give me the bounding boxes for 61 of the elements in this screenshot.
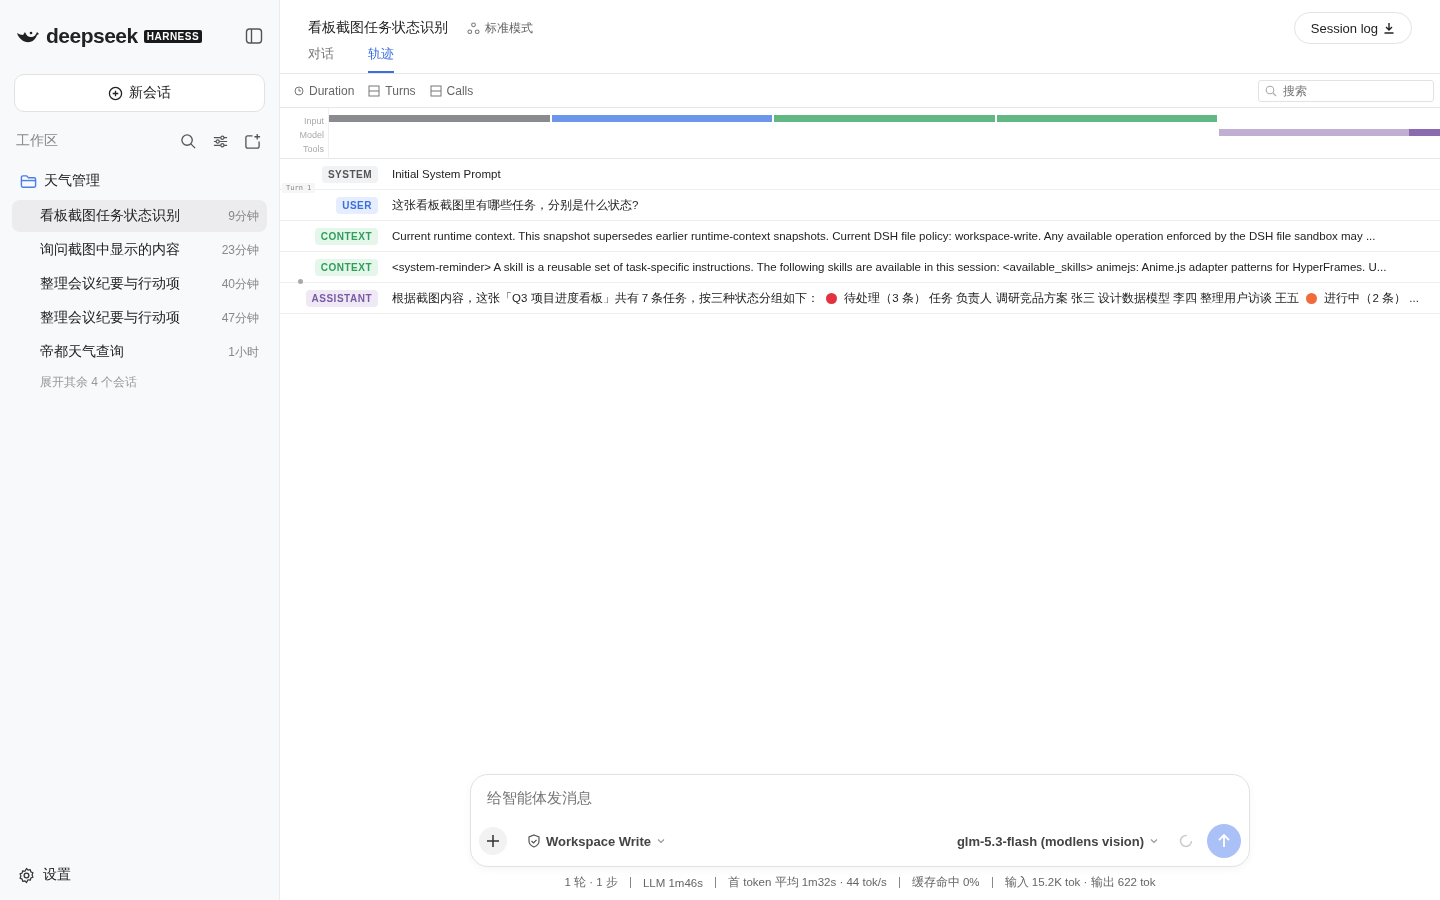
plus-circle-icon — [108, 85, 123, 101]
sidebar-toggle-icon[interactable] — [245, 27, 263, 45]
conversation-item[interactable]: 整理会议纪要与行动项 40分钟 — [12, 268, 267, 300]
role-badge: USER — [336, 196, 378, 214]
stat-text: 输入 15.2K tok · 输出 622 tok — [1004, 875, 1156, 890]
model-dropdown[interactable]: glm-5.3-flash (modlens vision) — [950, 832, 1165, 850]
brand-badge: HARNESS — [143, 29, 203, 43]
filter-sliders-icon[interactable] — [212, 132, 229, 150]
clock-icon — [294, 85, 304, 96]
settings-icon[interactable] — [18, 866, 35, 884]
search-icon — [1265, 84, 1277, 97]
settings-link[interactable]: 设置 — [43, 866, 71, 884]
conversation-item[interactable]: 询问截图中显示的内容 23分钟 — [12, 234, 267, 266]
folder-icon — [20, 173, 37, 189]
stat-text: 缓存命中 0% — [911, 875, 980, 890]
role-badge: CONTEXT — [314, 227, 378, 245]
search-icon[interactable] — [180, 132, 197, 150]
chevron-down-icon — [1149, 836, 1159, 846]
folder-name[interactable]: 天气管理 — [44, 172, 100, 190]
message-text[interactable]: 根据截图内容，这张「Q3 项目进度看板」共有 7 条任务，按三种状态分组如下： 待处理（3 条） 任务 负责人 调研竞品方案 张三 设计数据模型 李四 整理用户访谈 王五 进行中（2 条） ... — [392, 290, 1419, 306]
stat-text: LLM 1m46s — [642, 876, 703, 889]
message-text[interactable]: 这张看板截图里有哪些任务，分别是什么状态? — [392, 197, 639, 213]
message-text[interactable]: <system-reminder> A skill is a reusable set of task-specific instructions. The following skills are available in this session: <available_skills> animejs: Anime.js adapter patterns for HyperFrames. U... — [392, 261, 1387, 273]
message-composer[interactable]: 给智能体发消息 Workspace Write glm-5.3-flash (modlens vision) — [470, 774, 1250, 867]
new-folder-icon[interactable] — [244, 132, 261, 150]
shield-icon — [527, 834, 541, 848]
workspace-label: 工作区 — [16, 132, 58, 150]
chevron-down-icon — [656, 836, 666, 846]
stat-text: 1 轮 · 1 步 — [564, 875, 618, 890]
split-view-icon — [429, 84, 442, 97]
mode-label: 标准模式 — [485, 19, 533, 37]
search-field[interactable]: 搜索 — [1258, 79, 1434, 102]
brand-name: deepseek — [46, 24, 138, 48]
loading-spinner-icon — [1179, 834, 1193, 848]
session-title: 看板截图任务状态识别 — [308, 19, 448, 37]
stat-text: 首 token 平均 1m32s · 44 tok/s — [728, 875, 887, 890]
session-log-button[interactable]: Session log — [1293, 12, 1412, 44]
role-badge: ASSISTANT — [305, 289, 378, 307]
plus-icon — [486, 834, 500, 848]
view-toggle[interactable]: Calls — [429, 83, 474, 98]
new-chat-button[interactable]: 新会话 — [14, 74, 265, 112]
lane-label: Tools — [303, 143, 324, 156]
lane-label: Model — [299, 129, 324, 142]
conversation-item[interactable]: 整理会议纪要与行动项 47分钟 — [12, 302, 267, 334]
conversation-item[interactable]: 看板截图任务状态识别 9分钟 — [12, 200, 267, 232]
search-input[interactable]: 搜索 — [1281, 82, 1425, 99]
attach-button[interactable] — [479, 827, 507, 855]
download-icon — [1383, 22, 1395, 34]
tab[interactable]: 轨迹 — [368, 45, 394, 73]
view-toggle[interactable]: Duration — [294, 83, 355, 98]
permission-dropdown[interactable]: Workspace Write — [521, 832, 672, 850]
tab[interactable]: 对话 — [308, 45, 334, 73]
message-text[interactable]: Current runtime context. This snapshot supersedes earlier runtime-context snapshots. Current DSH file policy: workspace-write. Any available operation enforced by the DSH file sandbox may ... — [392, 230, 1376, 242]
view-toggle[interactable]: Turns — [368, 83, 416, 98]
conversation-item[interactable]: 帝都天气查询 1小时 — [12, 336, 267, 368]
lane-label: Input — [303, 115, 324, 128]
arrow-up-icon — [1216, 833, 1232, 849]
role-badge: SYSTEM — [321, 165, 378, 183]
role-badge: CONTEXT — [314, 258, 378, 276]
message-text[interactable]: Initial System Prompt — [392, 168, 501, 180]
split-view-icon — [368, 84, 381, 97]
